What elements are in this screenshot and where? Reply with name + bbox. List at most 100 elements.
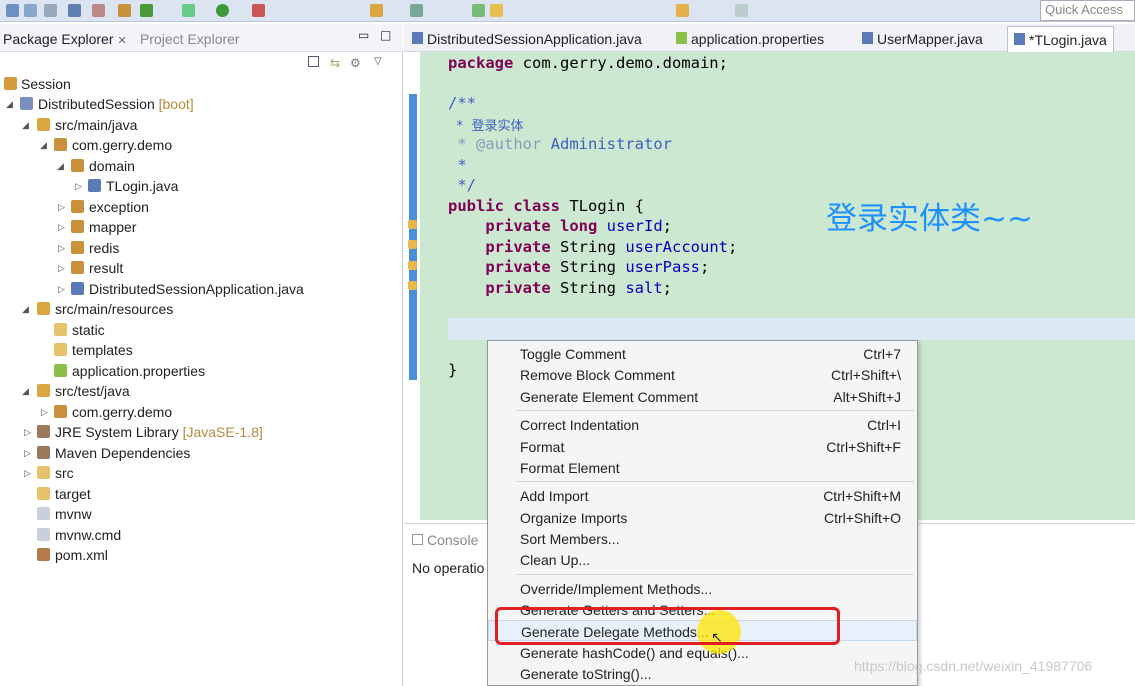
code-line-doc-close: */ <box>448 176 476 194</box>
forward-icon[interactable] <box>735 4 748 17</box>
save-all-icon[interactable] <box>24 4 37 17</box>
run-icon[interactable] <box>216 4 229 17</box>
git-icon[interactable] <box>140 4 153 17</box>
change-marker <box>409 94 417 380</box>
build-icon[interactable] <box>92 4 105 17</box>
tree-item-result[interactable]: ▷ result <box>0 258 403 278</box>
menu-item-format[interactable]: Format Ctrl+Shift+F <box>488 436 917 457</box>
menu-item-sort-members[interactable]: Sort Members... <box>488 528 917 549</box>
java-file-icon <box>412 32 423 44</box>
new-icon[interactable] <box>68 4 81 17</box>
tree-item-src-test-java[interactable]: ◢ src/test/java <box>0 381 403 401</box>
menu-item-toggle-comment[interactable]: Toggle Comment Ctrl+7 <box>488 343 917 364</box>
expand-arrow-icon[interactable]: ◢ <box>22 304 29 315</box>
java-file-icon <box>1014 33 1025 45</box>
tab-application-properties[interactable]: application.properties <box>676 31 824 47</box>
collapse-arrow-icon[interactable]: ▷ <box>75 181 82 192</box>
menu-item-generate-tostring[interactable]: Generate toString()... <box>488 663 917 684</box>
collapse-arrow-icon[interactable]: ▷ <box>58 243 65 254</box>
menu-item-remove-block-comment[interactable]: Remove Block Comment Ctrl+Shift+\ <box>488 364 917 385</box>
collapse-arrow-icon[interactable]: ▷ <box>41 407 48 418</box>
save-icon[interactable] <box>6 4 19 17</box>
tab-user-mapper[interactable]: UserMapper.java <box>862 31 983 47</box>
collapse-arrow-icon[interactable]: ▷ <box>24 448 31 459</box>
menu-item-format-element[interactable]: Format Element <box>488 457 917 478</box>
tree-item-session[interactable]: Session <box>0 74 403 94</box>
tree-item-pom[interactable]: pom.xml <box>0 545 403 565</box>
back-icon[interactable] <box>676 4 689 17</box>
tree-item-domain[interactable]: ◢ domain <box>0 156 403 176</box>
tree-item-redis[interactable]: ▷ redis <box>0 238 403 258</box>
tree-item-jre[interactable]: ▷ JRE System Library [JavaSE-1.8] <box>0 422 403 442</box>
folder-icon <box>37 466 50 479</box>
tab-distributed-session-application[interactable]: DistributedSessionApplication.java <box>412 31 642 47</box>
tree-item-exception[interactable]: ▷ exception <box>0 197 403 217</box>
quick-access-field[interactable]: Quick Access <box>1040 0 1135 21</box>
tree-item-mvnw[interactable]: mvnw <box>0 504 403 524</box>
maximize-icon[interactable]: □ <box>380 28 391 42</box>
code-line-package: package com.gerry.demo.domain; <box>448 54 728 72</box>
menu-item-correct-indentation[interactable]: Correct Indentation Ctrl+I <box>488 414 917 435</box>
tree-item-mvnw-cmd[interactable]: mvnw.cmd <box>0 525 403 545</box>
menu-separator <box>516 574 914 575</box>
filter-icon[interactable]: ⚙ <box>350 56 361 70</box>
tree-item-target[interactable]: target <box>0 484 403 504</box>
tab-tlogin[interactable]: *TLogin.java <box>1007 26 1114 52</box>
tab-console[interactable]: Console <box>412 532 478 548</box>
print-icon[interactable] <box>44 4 57 17</box>
menu-item-generate-element-comment[interactable]: Generate Element Comment Alt+Shift+J <box>488 386 917 407</box>
file-icon <box>37 528 50 541</box>
tree-item-templates[interactable]: templates <box>0 340 403 360</box>
tree-item-src-main-java[interactable]: ◢ src/main/java <box>0 115 403 135</box>
tree-item-maven-dependencies[interactable]: ▷ Maven Dependencies <box>0 443 403 463</box>
properties-file-icon <box>676 32 687 44</box>
tree-item-package[interactable]: ◢ com.gerry.demo <box>0 135 403 155</box>
folder-icon <box>54 323 67 336</box>
mark-occurrences-icon[interactable] <box>490 4 503 17</box>
open-type-icon[interactable] <box>370 4 383 17</box>
expand-arrow-icon[interactable]: ◢ <box>40 140 47 151</box>
tree-item-project[interactable]: ◢ DistributedSession [boot] <box>0 94 403 114</box>
view-menu-icon[interactable]: ▽ <box>374 56 382 67</box>
tree-item-static[interactable]: static <box>0 320 403 340</box>
package-icon[interactable] <box>118 4 131 17</box>
package-explorer-panel: Package Explorer ✕ Project Explorer ▭ □ ⇆… <box>0 24 403 686</box>
expand-arrow-icon[interactable]: ◢ <box>57 161 64 172</box>
package-icon <box>54 405 67 418</box>
collapse-arrow-icon[interactable]: ▷ <box>58 202 65 213</box>
tab-project-explorer[interactable]: Project Explorer <box>140 31 240 47</box>
tab-package-explorer[interactable]: Package Explorer ✕ <box>3 31 127 47</box>
collapse-arrow-icon[interactable]: ▷ <box>24 468 31 479</box>
close-icon[interactable]: ✕ <box>118 35 127 47</box>
tree-item-tlogin[interactable]: ▷ TLogin.java <box>0 176 403 196</box>
tree-item-src[interactable]: ▷ src <box>0 463 403 483</box>
menu-item-clean-up[interactable]: Clean Up... <box>488 549 917 570</box>
collapse-all-icon[interactable] <box>308 56 319 67</box>
menu-item-organize-imports[interactable]: Organize Imports Ctrl+Shift+O <box>488 507 917 528</box>
expand-arrow-icon[interactable]: ◢ <box>22 386 29 397</box>
pin-icon[interactable] <box>472 4 485 17</box>
tree-item-test-package[interactable]: ▷ com.gerry.demo <box>0 402 403 422</box>
collapse-arrow-icon[interactable]: ▷ <box>58 284 65 295</box>
tree-item-src-main-resources[interactable]: ◢ src/main/resources <box>0 299 403 319</box>
project-icon <box>20 97 33 110</box>
folder-icon <box>54 343 67 356</box>
debug-icon[interactable] <box>182 4 195 17</box>
collapse-arrow-icon[interactable]: ▷ <box>58 222 65 233</box>
menu-item-override-implement[interactable]: Override/Implement Methods... <box>488 578 917 599</box>
tree-item-application-properties[interactable]: application.properties <box>0 361 403 381</box>
highlight-box <box>495 607 840 645</box>
expand-arrow-icon[interactable]: ◢ <box>6 99 13 110</box>
menu-item-add-import[interactable]: Add Import Ctrl+Shift+M <box>488 485 917 506</box>
collapse-arrow-icon[interactable]: ▷ <box>24 427 31 438</box>
search-icon[interactable] <box>410 4 423 17</box>
collapse-arrow-icon[interactable]: ▷ <box>58 263 65 274</box>
minimize-icon[interactable]: ▭ <box>358 28 369 42</box>
tree-item-application-class[interactable]: ▷ DistributedSessionApplication.java <box>0 279 403 299</box>
java-file-icon <box>88 179 101 192</box>
properties-file-icon <box>54 364 67 377</box>
link-editor-icon[interactable]: ⇆ <box>330 56 340 70</box>
external-tools-icon[interactable] <box>252 4 265 17</box>
expand-arrow-icon[interactable]: ◢ <box>22 120 29 131</box>
tree-item-mapper[interactable]: ▷ mapper <box>0 217 403 237</box>
